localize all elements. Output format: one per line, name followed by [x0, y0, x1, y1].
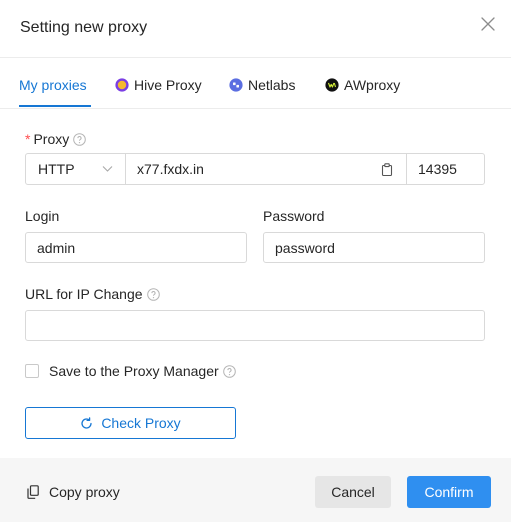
proxy-label: * Proxy	[25, 131, 87, 147]
paste-icon[interactable]	[381, 163, 393, 176]
tab-label: Netlabs	[248, 77, 296, 93]
tab-netlabs[interactable]: Netlabs	[229, 74, 295, 96]
dialog-title: Setting new proxy	[20, 19, 148, 36]
group-separator	[125, 154, 126, 184]
refresh-icon	[81, 416, 92, 429]
tab-my-proxies[interactable]: My proxies	[19, 74, 87, 96]
save-to-manager-label-text: Save to the Proxy Manager	[49, 363, 219, 379]
copy-proxy-button[interactable]: Copy proxy	[27, 484, 120, 500]
copy-icon	[27, 485, 39, 499]
group-separator	[406, 154, 407, 184]
proxy-source-tabs: My proxies Hive Proxy Netlabs AWproxy	[0, 58, 511, 109]
password-value: password	[275, 239, 335, 256]
required-mark: *	[25, 131, 31, 147]
password-label: Password	[263, 208, 325, 224]
proxy-host-input[interactable]: x77.fxdx.in	[137, 154, 375, 184]
login-label: Login	[25, 208, 60, 224]
proxy-port-value: 14395	[418, 161, 457, 177]
login-value: admin	[37, 239, 76, 256]
dialog-footer: Copy proxy Cancel Confirm	[0, 458, 511, 522]
proxy-host-value: x77.fxdx.in	[137, 161, 204, 177]
check-proxy-button[interactable]: Check Proxy	[25, 407, 236, 439]
netlabs-logo-icon	[229, 78, 243, 92]
proxy-port-input[interactable]: 14395	[418, 154, 478, 184]
url-change-label-text: URL for IP Change	[25, 286, 143, 302]
active-tab-indicator	[19, 105, 91, 107]
save-to-manager-checkbox[interactable]	[25, 364, 39, 378]
tab-label: AWproxy	[344, 77, 401, 93]
hive-proxy-logo-icon	[115, 78, 129, 92]
help-icon[interactable]	[146, 287, 160, 301]
password-input[interactable]: password	[263, 232, 485, 263]
awproxy-logo-icon	[325, 78, 339, 92]
url-change-label: URL for IP Change	[25, 286, 160, 302]
help-icon[interactable]	[73, 132, 87, 146]
proxy-label-text: Proxy	[33, 131, 70, 147]
confirm-button[interactable]: Confirm	[407, 476, 491, 508]
proxy-input-group: HTTP x77.fxdx.in 14395	[25, 153, 485, 185]
cancel-button[interactable]: Cancel	[315, 476, 391, 508]
close-icon[interactable]	[478, 14, 498, 34]
tab-awproxy[interactable]: AWproxy	[325, 74, 400, 96]
tab-hive-proxy[interactable]: Hive Proxy	[115, 74, 202, 96]
confirm-label: Confirm	[424, 484, 474, 500]
copy-proxy-label: Copy proxy	[49, 484, 120, 500]
proxy-type-value: HTTP	[38, 161, 75, 177]
proxy-dialog: Setting new proxy My proxies Hive Proxy …	[0, 0, 511, 522]
check-proxy-label: Check Proxy	[101, 415, 181, 431]
tab-label: Hive Proxy	[134, 77, 202, 93]
cancel-label: Cancel	[331, 484, 375, 500]
chevron-down-icon	[102, 166, 113, 172]
login-input[interactable]: admin	[25, 232, 247, 263]
url-change-input[interactable]	[25, 310, 485, 341]
proxy-type-select[interactable]: HTTP	[38, 154, 124, 184]
tab-label: My proxies	[19, 77, 87, 93]
help-icon[interactable]	[222, 364, 236, 378]
save-to-manager-label: Save to the Proxy Manager	[49, 363, 236, 379]
